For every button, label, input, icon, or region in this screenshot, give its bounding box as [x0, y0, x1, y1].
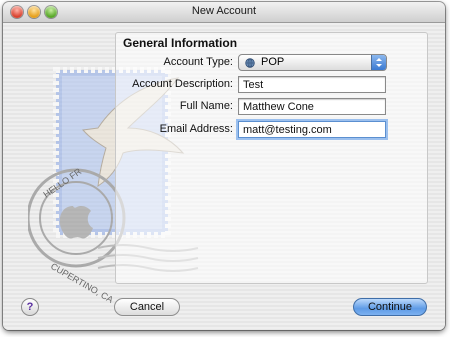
window-content: HELLO FR CUPERTINO, CA General Informati… — [3, 23, 445, 330]
window-title: New Account — [191, 5, 257, 17]
account-description-label: Account Description: — [132, 78, 233, 90]
account-type-label: Account Type: — [163, 56, 233, 68]
account-type-value: POP — [261, 56, 285, 68]
title-bar: New Account — [3, 2, 445, 23]
help-button[interactable]: ? — [21, 298, 39, 316]
email-address-field[interactable]: matt@testing.com — [238, 121, 386, 138]
globe-icon — [245, 58, 255, 68]
email-address-label: Email Address: — [159, 123, 233, 135]
full-name-field[interactable]: Matthew Cone — [238, 98, 386, 115]
full-name-label: Full Name: — [179, 100, 233, 112]
continue-button[interactable]: Continue — [353, 298, 427, 316]
account-description-field[interactable]: Test — [238, 76, 386, 93]
section-title: General Information — [123, 36, 238, 50]
stamp-text-bottom: CUPERTINO, CA — [49, 261, 115, 305]
account-type-popup[interactable]: POP — [238, 54, 387, 71]
cancel-button[interactable]: Cancel — [114, 298, 180, 316]
popup-arrows-icon — [371, 55, 386, 70]
new-account-window: New Account HELLO FR CUPERTINO, CA Gener… — [3, 2, 445, 330]
